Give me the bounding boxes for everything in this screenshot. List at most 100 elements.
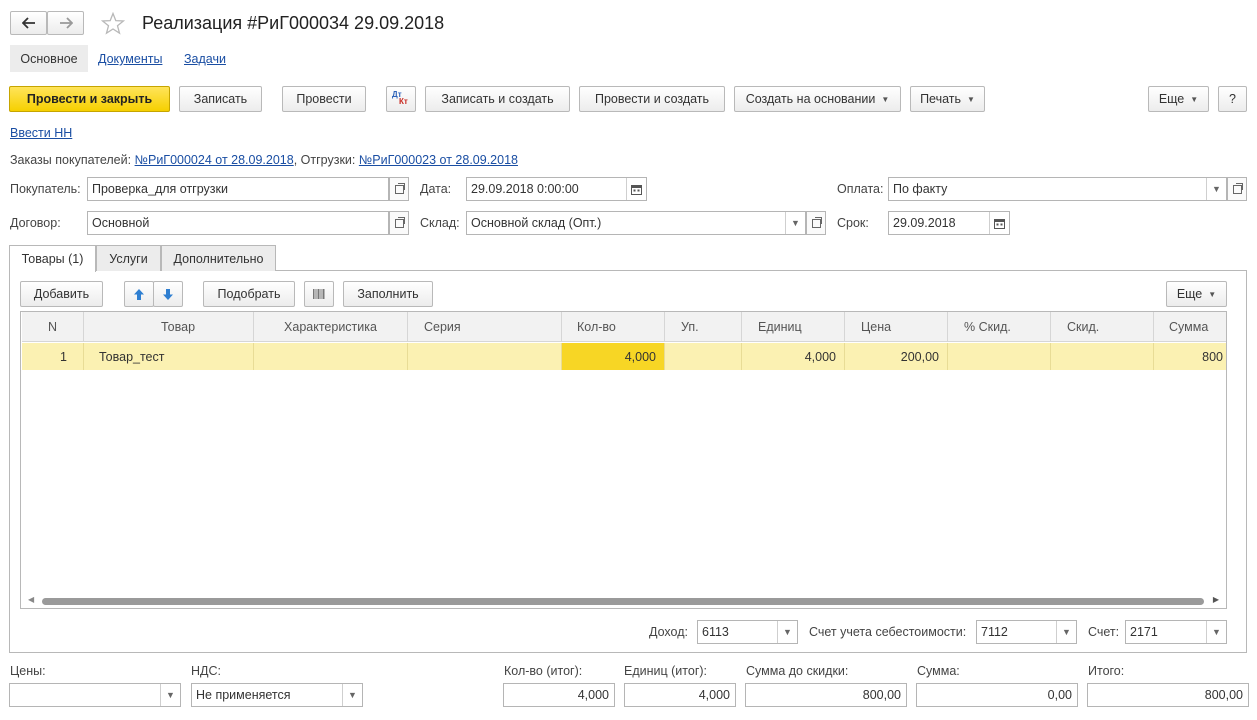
create-based-on-button[interactable]: Создать на основании ▼ — [734, 86, 901, 112]
cost-account-field[interactable]: 7112 ▼ — [976, 620, 1077, 644]
buyer-field[interactable]: Проверка_для отгрузки — [87, 177, 389, 201]
col-header-discount[interactable]: Скид. — [1051, 312, 1154, 341]
calendar-icon[interactable] — [989, 212, 1009, 234]
scroll-right-icon[interactable]: ▶ — [1213, 595, 1219, 604]
save-label: Записать — [193, 92, 248, 106]
barcode-button[interactable] — [304, 281, 334, 307]
chevron-down-icon[interactable]: ▼ — [1056, 621, 1076, 643]
kt-text: Кт — [399, 97, 408, 106]
prices-label: Цены: — [10, 664, 46, 678]
buyer-value: Проверка_для отгрузки — [92, 182, 228, 196]
col-header-n[interactable]: N — [22, 312, 84, 341]
dt-kt-button[interactable]: Дт Кт — [386, 86, 416, 112]
back-button[interactable] — [10, 11, 47, 35]
fill-button[interactable]: Заполнить — [343, 281, 433, 307]
warehouse-label: Склад: — [420, 216, 460, 230]
col-header-sum[interactable]: Сумма — [1154, 312, 1226, 341]
more-button[interactable]: Еще ▼ — [1148, 86, 1209, 112]
contract-field[interactable]: Основной — [87, 211, 389, 235]
chevron-down-icon[interactable]: ▼ — [1206, 621, 1226, 643]
term-field[interactable]: 29.09.2018 — [888, 211, 1010, 235]
cell-discount-pct[interactable] — [948, 343, 1051, 370]
col-header-characteristic[interactable]: Характеристика — [254, 312, 408, 341]
chevron-down-icon: ▼ — [967, 94, 975, 104]
term-label: Срок: — [837, 216, 869, 230]
horizontal-scrollbar[interactable]: ◀ ▶ — [22, 594, 1225, 608]
units-total-label: Единиц (итог): — [624, 664, 708, 678]
col-header-units[interactable]: Единиц — [742, 312, 845, 341]
favorite-star-icon[interactable] — [100, 11, 126, 38]
warehouse-open-button[interactable] — [806, 211, 826, 235]
move-up-button[interactable] — [124, 281, 154, 307]
select-items-button[interactable]: Подобрать — [203, 281, 295, 307]
orders-link[interactable]: №РиГ000024 от 28.09.2018 — [135, 153, 294, 167]
vat-field[interactable]: Не применяется ▼ — [191, 683, 363, 707]
buyer-open-button[interactable] — [389, 177, 409, 201]
help-button[interactable]: ? — [1218, 86, 1247, 112]
sum-before-discount-field: 800,00 — [745, 683, 907, 707]
cell-series[interactable] — [408, 343, 562, 370]
nav-tab-main[interactable]: Основное — [10, 45, 88, 72]
nav-tab-tasks[interactable]: Задачи — [184, 52, 226, 66]
sum-field: 0,00 — [916, 683, 1078, 707]
print-button[interactable]: Печать ▼ — [910, 86, 985, 112]
post-and-create-button[interactable]: Провести и создать — [579, 86, 725, 112]
date-value: 29.09.2018 0:00:00 — [471, 182, 579, 196]
shipments-link[interactable]: №РиГ000023 от 28.09.2018 — [359, 153, 518, 167]
date-label: Дата: — [420, 182, 452, 196]
cell-n[interactable]: 1 — [22, 343, 84, 370]
scroll-left-icon[interactable]: ◀ — [28, 595, 34, 604]
date-field[interactable]: 29.09.2018 0:00:00 — [466, 177, 647, 201]
col-header-series[interactable]: Серия — [408, 312, 562, 341]
nav-tab-documents[interactable]: Документы — [98, 52, 162, 66]
open-icon — [1232, 182, 1243, 194]
chevron-down-icon[interactable]: ▼ — [785, 212, 805, 234]
move-down-button[interactable] — [153, 281, 183, 307]
cell-units[interactable]: 4,000 — [742, 343, 845, 370]
chevron-down-icon[interactable]: ▼ — [1206, 178, 1226, 200]
payment-open-button[interactable] — [1227, 177, 1247, 201]
col-header-qty[interactable]: Кол-во — [562, 312, 665, 341]
cell-discount[interactable] — [1051, 343, 1154, 370]
table-row[interactable]: 1 Товар_тест 4,000 4,000 200,00 800 — [22, 343, 1226, 370]
scrollbar-thumb[interactable] — [42, 598, 1204, 605]
col-header-discount-pct[interactable]: % Скид. — [948, 312, 1051, 341]
income-field[interactable]: 6113 ▼ — [697, 620, 798, 644]
cell-product[interactable]: Товар_тест — [84, 343, 254, 370]
cell-characteristic[interactable] — [254, 343, 408, 370]
chevron-down-icon[interactable]: ▼ — [777, 621, 797, 643]
vat-value: Не применяется — [196, 688, 291, 702]
tab-goods[interactable]: Товары (1) — [9, 245, 96, 272]
contract-open-button[interactable] — [389, 211, 409, 235]
add-row-button[interactable]: Добавить — [20, 281, 103, 307]
save-button[interactable]: Записать — [179, 86, 262, 112]
units-total-value: 4,000 — [698, 688, 730, 702]
col-header-pack[interactable]: Уп. — [665, 312, 742, 341]
post-and-close-button[interactable]: Провести и закрыть — [9, 86, 170, 112]
sum-value: 0,00 — [1047, 688, 1072, 702]
payment-field[interactable]: По факту ▼ — [888, 177, 1227, 201]
grid-more-button[interactable]: Еще ▼ — [1166, 281, 1227, 307]
post-button[interactable]: Провести — [282, 86, 366, 112]
cell-price[interactable]: 200,00 — [845, 343, 948, 370]
cell-qty[interactable]: 4,000 — [562, 343, 665, 370]
page-title: Реализация #РиГ000034 29.09.2018 — [142, 13, 445, 33]
arrow-right-icon — [59, 17, 73, 29]
tab-additional[interactable]: Дополнительно — [161, 245, 276, 271]
cell-pack[interactable] — [665, 343, 742, 370]
tab-services[interactable]: Услуги — [96, 245, 161, 271]
print-label: Печать — [920, 92, 962, 106]
cell-sum[interactable]: 800 — [1154, 343, 1226, 370]
select-items-label: Подобрать — [217, 287, 281, 301]
col-header-price[interactable]: Цена — [845, 312, 948, 341]
enter-nn-link[interactable]: Ввести НН — [10, 126, 72, 140]
chevron-down-icon[interactable]: ▼ — [160, 684, 180, 706]
warehouse-field[interactable]: Основной склад (Опт.) ▼ — [466, 211, 806, 235]
prices-field[interactable]: ▼ — [9, 683, 181, 707]
chevron-down-icon[interactable]: ▼ — [342, 684, 362, 706]
col-header-product[interactable]: Товар — [84, 312, 254, 341]
account-field[interactable]: 2171 ▼ — [1125, 620, 1227, 644]
save-and-create-button[interactable]: Записать и создать — [425, 86, 570, 112]
calendar-icon[interactable] — [626, 178, 646, 200]
forward-button[interactable] — [47, 11, 84, 35]
